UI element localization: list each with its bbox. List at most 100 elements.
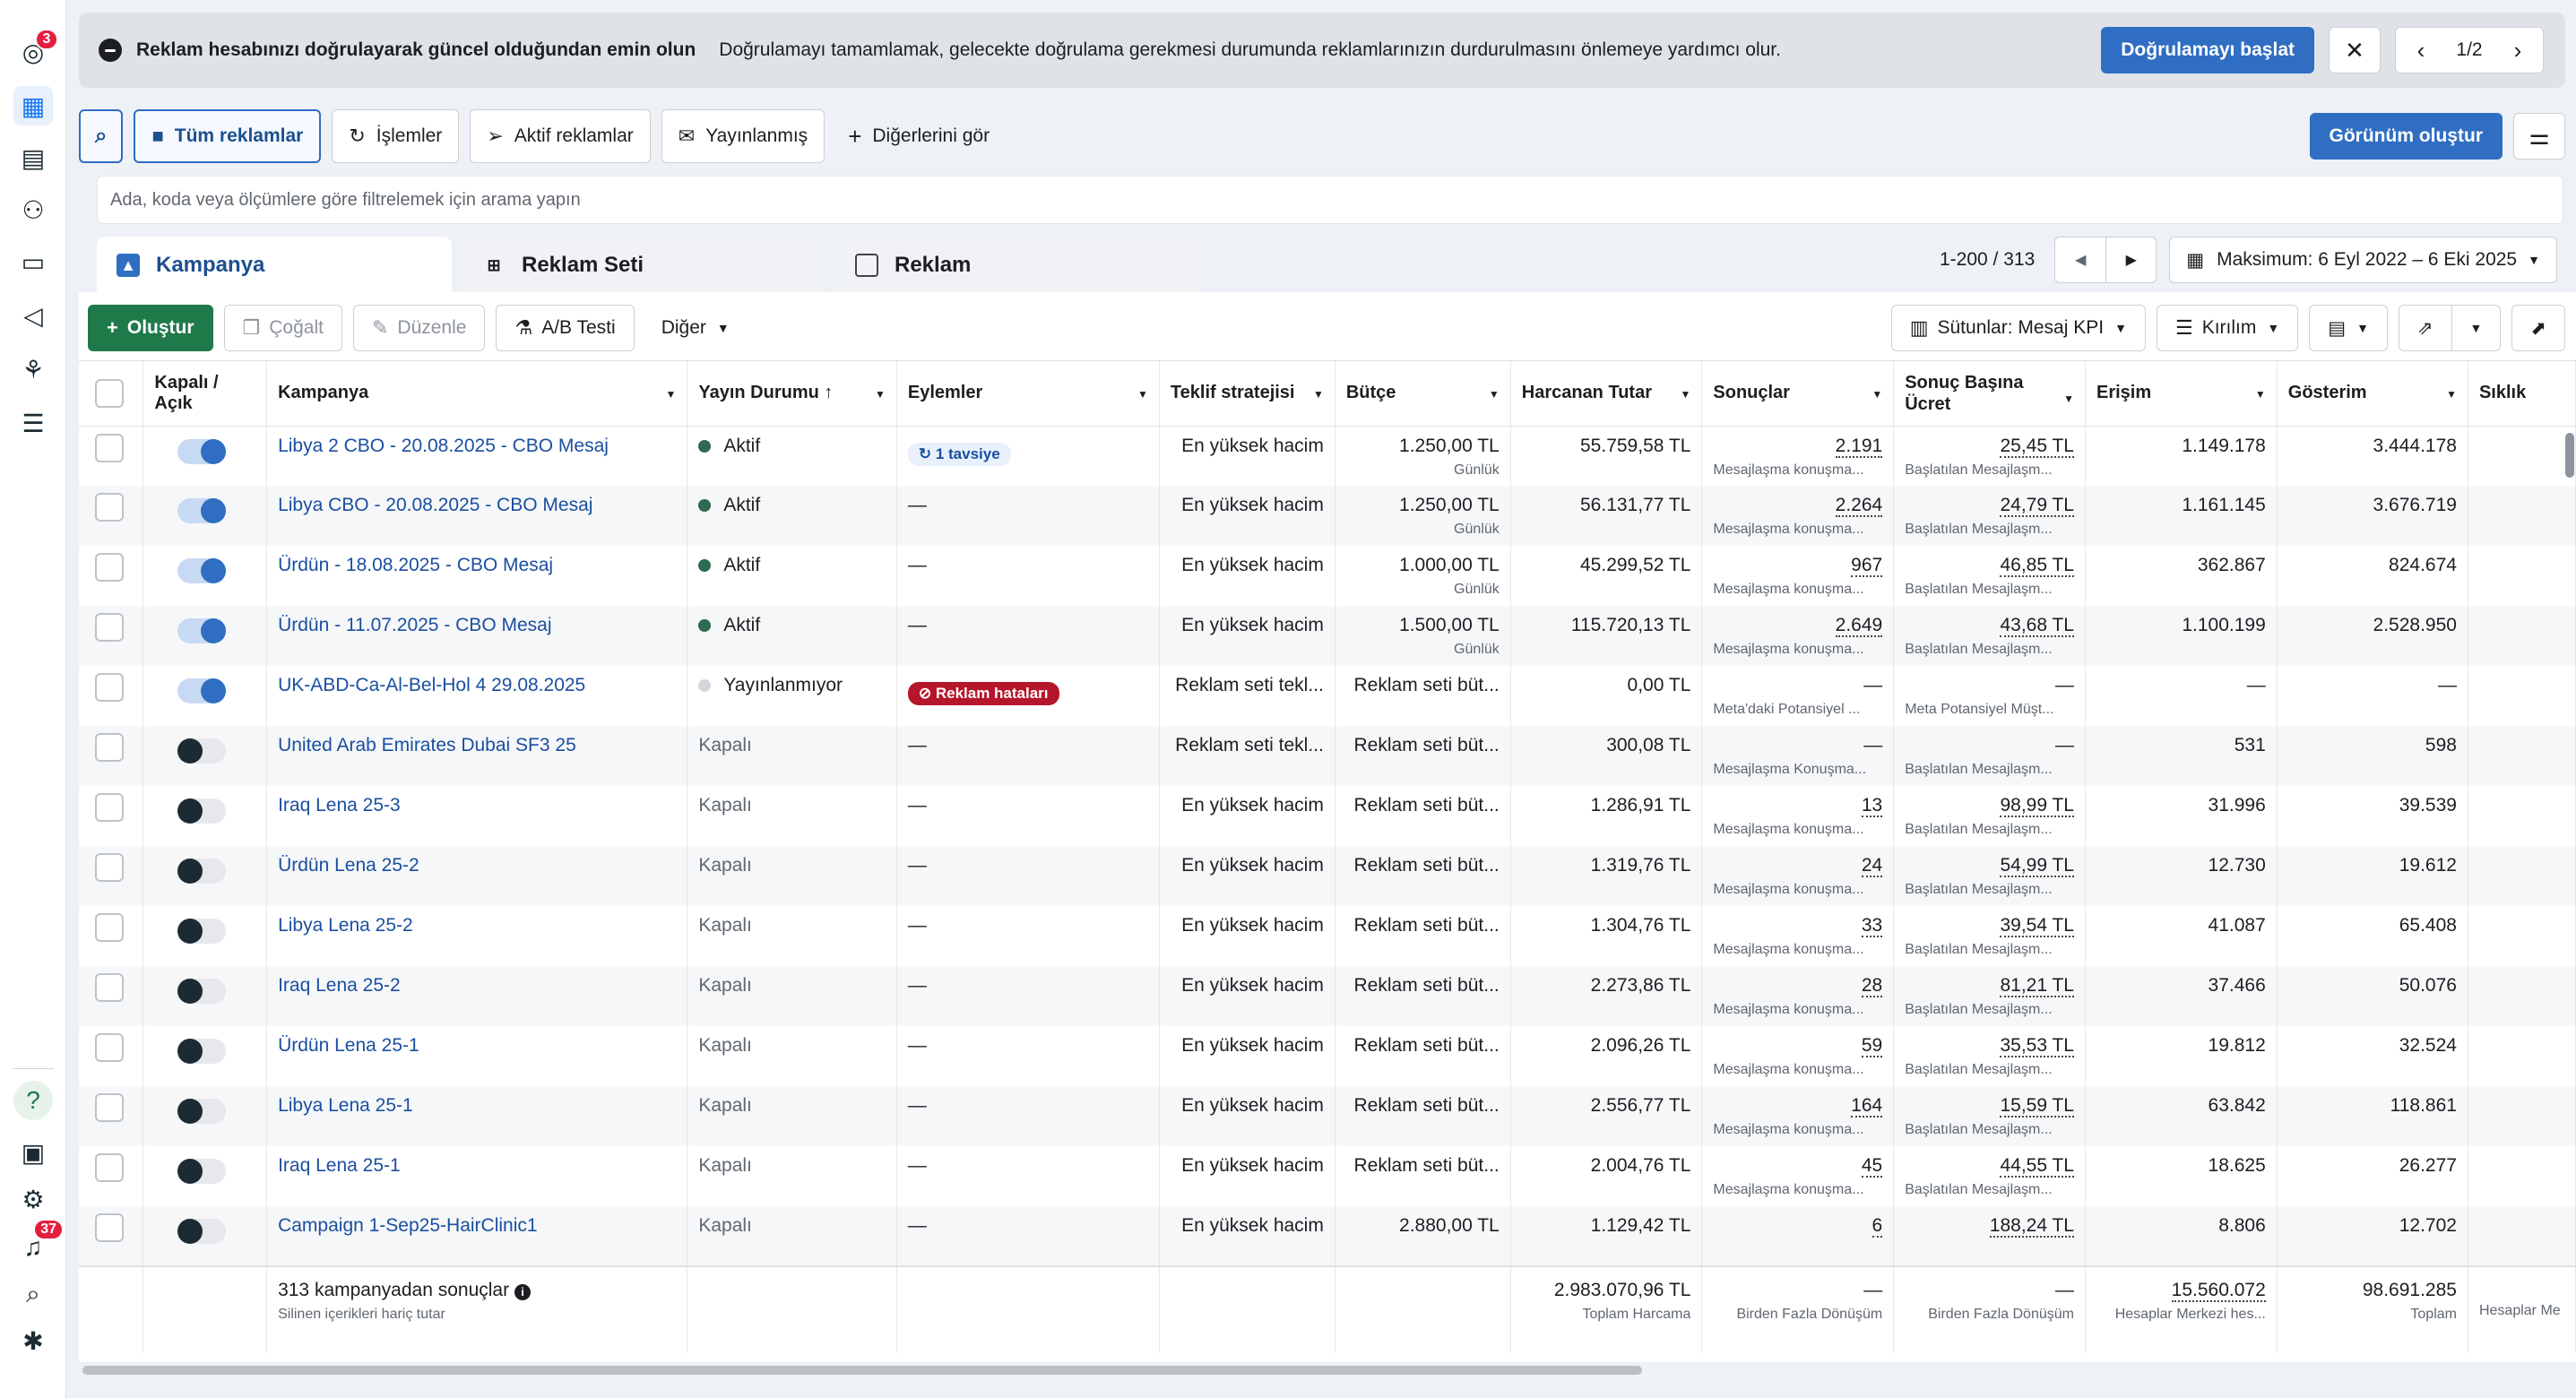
table-row[interactable]: Libya CBO - 20.08.2025 - CBO Mesaj Aktif —…	[79, 486, 2576, 546]
budget-text[interactable]: Reklam seti büt...	[1354, 1155, 1500, 1176]
row-checkbox[interactable]	[95, 613, 124, 642]
campaign-name-link[interactable]: UK-ABD-Ca-Al-Bel-Hol 4 29.08.2025	[278, 675, 585, 695]
budget-text[interactable]: Reklam seti büt...	[1354, 795, 1500, 816]
row-checkbox[interactable]	[95, 733, 124, 762]
search-icon[interactable]: ⌕	[13, 1274, 53, 1314]
row-checkbox[interactable]	[95, 1153, 124, 1182]
campaign-toggle[interactable]	[177, 1219, 227, 1244]
sliders-icon[interactable]: ⚌	[2513, 113, 2565, 160]
info-icon[interactable]: i	[514, 1283, 532, 1300]
row-checkbox[interactable]	[95, 1093, 124, 1122]
duplicate-button[interactable]: ❐ Çoğalt	[223, 305, 342, 351]
impressions-column-header[interactable]: Gösterim ▼	[2277, 361, 2468, 427]
campaign-toggle[interactable]	[177, 558, 227, 583]
chevron-left-icon[interactable]: ‹	[2396, 37, 2446, 65]
campaigns-table-icon[interactable]: ▦	[13, 86, 53, 125]
campaign-toggle[interactable]	[177, 798, 227, 824]
budget-text[interactable]: 1.000,00 TL	[1399, 555, 1500, 575]
campaign-name-link[interactable]: Ürdün Lena 25-2	[278, 855, 419, 876]
billing-icon[interactable]: ▭	[13, 242, 53, 281]
campaign-toggle[interactable]	[177, 738, 227, 764]
settings-icon[interactable]: ⚙	[13, 1179, 53, 1219]
breakdown-dropdown[interactable]: ☰ Kırılım ▼	[2156, 305, 2299, 351]
table-row[interactable]: Iraq Lena 25-2 Kapalı — En yüksek hacim Rekl…	[79, 966, 2576, 1026]
campaign-name-link[interactable]: Libya CBO - 20.08.2025 - CBO Mesaj	[278, 495, 592, 515]
export-button[interactable]: ⇗	[2398, 305, 2452, 351]
search-button[interactable]: ⌕	[79, 109, 124, 163]
table-row[interactable]: Iraq Lena 25-1 Kapalı — En yüksek hacim Rekl…	[79, 1146, 2576, 1206]
export-dropdown[interactable]: ▼	[2451, 305, 2502, 351]
news-icon[interactable]: ▣	[13, 1133, 53, 1172]
row-checkbox[interactable]	[95, 973, 124, 1002]
row-checkbox[interactable]	[95, 793, 124, 822]
account-icon[interactable]: ◎ 3	[13, 29, 58, 72]
spent-column-header[interactable]: Harcanan Tutar ▼	[1510, 361, 1703, 427]
row-checkbox[interactable]	[95, 673, 124, 702]
budget-text[interactable]: Reklam seti büt...	[1354, 855, 1500, 876]
budget-text[interactable]: Reklam seti büt...	[1354, 675, 1500, 695]
campaign-toggle[interactable]	[177, 1099, 227, 1124]
campaign-toggle[interactable]	[177, 979, 227, 1004]
campaign-toggle[interactable]	[177, 919, 227, 944]
ad-errors-badge[interactable]: ⊘ Reklam hataları	[907, 682, 1059, 705]
budget-text[interactable]: 2.880,00 TL	[1399, 1215, 1500, 1236]
budget-text[interactable]: Reklam seti büt...	[1354, 915, 1500, 936]
actions-column-header[interactable]: Eylemler ▼	[896, 361, 1160, 427]
budget-text[interactable]: Reklam seti büt...	[1354, 1095, 1500, 1116]
campaign-toggle[interactable]	[177, 438, 227, 464]
reports-dropdown[interactable]: ▤ ▼	[2309, 305, 2388, 351]
row-checkbox[interactable]	[95, 1033, 124, 1062]
row-checkbox[interactable]	[95, 913, 124, 942]
campaign-name-link[interactable]: Iraq Lena 25-1	[278, 1155, 401, 1176]
chart-button[interactable]: ⬈	[2511, 305, 2565, 351]
row-checkbox[interactable]	[95, 433, 124, 462]
campaign-toggle[interactable]	[177, 618, 227, 643]
table-row[interactable]: Libya 2 CBO - 20.08.2025 - CBO Mesaj Akti…	[79, 426, 2576, 486]
results-column-header[interactable]: Sonuçlar ▼	[1701, 361, 1895, 427]
create-button[interactable]: + Oluştur	[88, 305, 213, 351]
bug-icon[interactable]: ✱	[13, 1321, 53, 1360]
campaign-name-link[interactable]: Libya Lena 25-2	[278, 915, 413, 936]
table-row[interactable]: Ürdün Lena 25-1 Kapalı — En yüksek hacim Rek…	[79, 1026, 2576, 1086]
budget-text[interactable]: Reklam seti büt...	[1354, 1035, 1500, 1056]
ads-megaphone-icon[interactable]: ◁	[13, 296, 53, 335]
row-checkbox[interactable]	[95, 493, 124, 522]
table-row[interactable]: Ürdün Lena 25-2 Kapalı — En yüksek hacim Rek…	[79, 846, 2576, 906]
table-row[interactable]: United Arab Emirates Dubai SF3 25 Kapalı —…	[79, 726, 2576, 786]
campaign-name-link[interactable]: Libya 2 CBO - 20.08.2025 - CBO Mesaj	[278, 436, 609, 456]
horizontal-scrollbar[interactable]	[82, 1366, 1642, 1375]
table-row[interactable]: Iraq Lena 25-3 Kapalı — En yüksek hacim Rekl…	[79, 786, 2576, 846]
budget-text[interactable]: 1.250,00 TL	[1399, 495, 1500, 515]
more-dropdown[interactable]: Diğer ▼	[645, 317, 746, 339]
tab-ad[interactable]: Reklam	[835, 237, 1197, 294]
next-page-icon[interactable]: ▶	[2105, 237, 2156, 282]
campaign-name-link[interactable]: United Arab Emirates Dubai SF3 25	[278, 735, 576, 755]
campaign-column-header[interactable]: Kampanya ▼	[266, 361, 688, 427]
actions-button[interactable]: ↻ İşlemler	[332, 109, 460, 163]
campaign-name-link[interactable]: Iraq Lena 25-3	[278, 795, 401, 816]
help-icon[interactable]: ?	[13, 1081, 53, 1120]
chevron-right-icon[interactable]: ›	[2493, 37, 2543, 65]
table-row[interactable]: Libya Lena 25-1 Kapalı — En yüksek hacim Rek…	[79, 1086, 2576, 1146]
row-checkbox[interactable]	[95, 853, 124, 882]
date-range-picker[interactable]: ▦ Maksimum: 6 Eyl 2022 – 6 Eki 2025 ▼	[2169, 237, 2557, 283]
published-button[interactable]: ✉ Yayınlanmış	[661, 109, 826, 163]
campaign-name-link[interactable]: Campaign 1-Sep25-HairClinic1	[278, 1215, 537, 1236]
search-input[interactable]: Ada, koda veya ölçümlere göre filtreleme…	[97, 176, 2563, 224]
create-view-button[interactable]: Görünüm oluştur	[2309, 113, 2503, 160]
cpr-column-header[interactable]: Sonuç Başına Ücret ▼	[1893, 361, 2086, 427]
campaign-name-link[interactable]: Iraq Lena 25-2	[278, 975, 401, 996]
table-row[interactable]: Libya Lena 25-2 Kapalı — En yüksek hacim Rek…	[79, 906, 2576, 966]
campaign-name-link[interactable]: Ürdün - 11.07.2025 - CBO Mesaj	[278, 615, 551, 635]
table-row[interactable]: Ürdün - 18.08.2025 - CBO Mesaj Aktif — En y…	[79, 546, 2576, 606]
select-all-checkbox[interactable]	[95, 378, 124, 408]
budget-column-header[interactable]: Bütçe ▼	[1335, 361, 1511, 427]
table-row[interactable]: Ürdün - 11.07.2025 - CBO Mesaj Aktif — En y…	[79, 606, 2576, 666]
structure-icon[interactable]: ⚘	[13, 350, 53, 389]
see-others-button[interactable]: + Diğerlerini gör	[835, 109, 1002, 163]
campaign-toggle[interactable]	[177, 498, 227, 523]
tab-campaign[interactable]: ▲ Kampanya	[97, 237, 452, 294]
edit-button[interactable]: ✎ Düzenle	[352, 305, 486, 351]
audiences-icon[interactable]: ⚇	[13, 190, 53, 229]
budget-text[interactable]: Reklam seti büt...	[1354, 975, 1500, 996]
